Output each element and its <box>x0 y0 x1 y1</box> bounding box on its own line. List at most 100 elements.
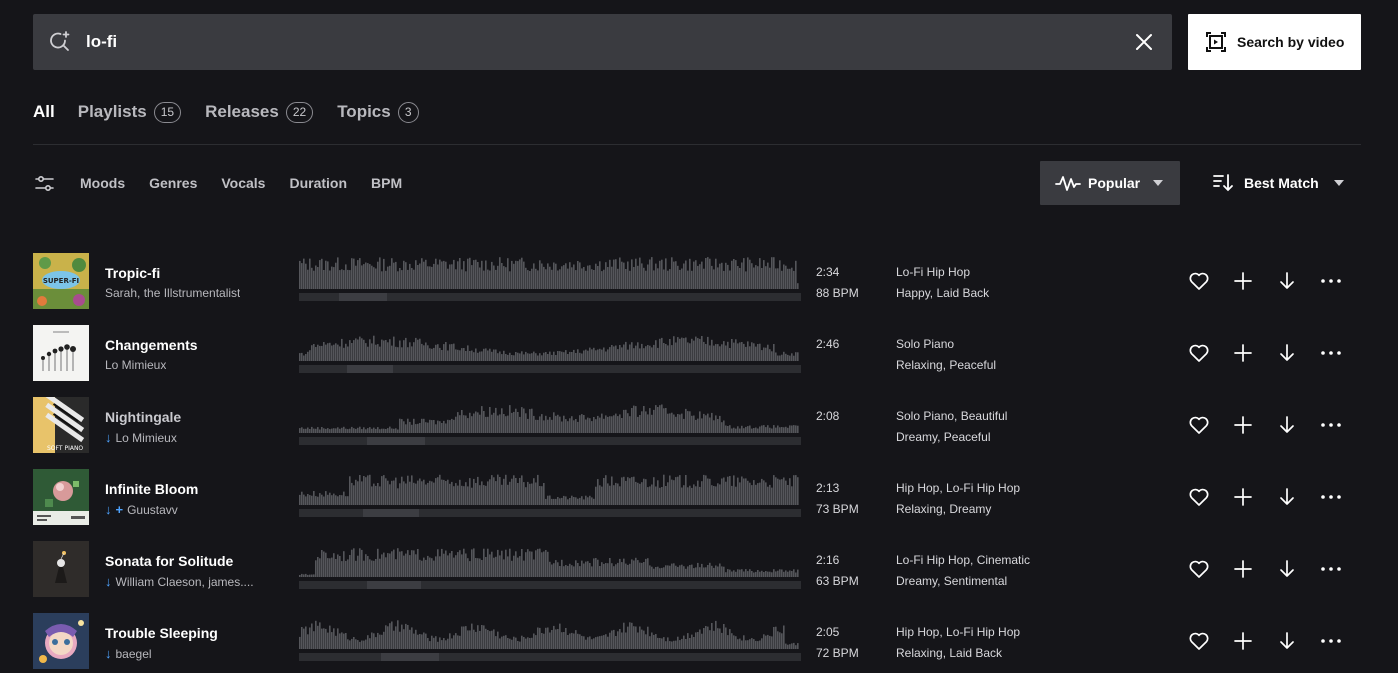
track-genres[interactable]: Lo-Fi Hip Hop <box>896 265 970 279</box>
track-row[interactable]: Trouble Sleeping ↓ baegel 2:05 72 BPM Hip… <box>33 613 1363 669</box>
track-artist[interactable]: Sarah, the Illstrumentalist <box>105 286 240 300</box>
track-row[interactable]: Changements Lo Mimieux 2:46 Solo Piano R… <box>33 325 1363 381</box>
waveform-container[interactable] <box>299 617 801 661</box>
track-title[interactable]: Changements <box>105 337 198 353</box>
track-title[interactable]: Nightingale <box>105 409 181 425</box>
arrow-down-icon: ↓ <box>105 574 112 589</box>
track-row[interactable]: Sonata for Solitude ↓ William Claeson, ja… <box>33 541 1363 597</box>
track-row[interactable]: Infinite Bloom ↓ + Guustavv 2:13 73 BPM Hi… <box>33 469 1363 525</box>
tab-topics[interactable]: Topics 3 <box>337 101 419 123</box>
album-cover[interactable] <box>33 541 89 597</box>
plus-icon[interactable] <box>1232 414 1254 436</box>
track-artist[interactable]: Lo Mimieux <box>116 431 177 445</box>
search-input[interactable] <box>86 30 1086 54</box>
waveform-container[interactable] <box>299 473 801 517</box>
plus-icon[interactable] <box>1232 558 1254 580</box>
waveform[interactable] <box>299 617 801 661</box>
tab-releases-count: 22 <box>285 101 314 123</box>
track-genres[interactable]: Solo Piano, Beautiful <box>896 409 1007 423</box>
track-artist[interactable]: Lo Mimieux <box>105 358 166 372</box>
result-tabs: All Playlists 15 Releases 22 Topics 3 <box>33 100 443 124</box>
track-title[interactable]: Trouble Sleeping <box>105 625 218 641</box>
more-icon[interactable] <box>1320 414 1342 436</box>
track-duration: 2:16 <box>816 553 840 567</box>
track-genres[interactable]: Solo Piano <box>896 337 954 351</box>
waveform[interactable] <box>299 401 801 445</box>
plus-icon[interactable] <box>1232 486 1254 508</box>
tab-releases[interactable]: Releases 22 <box>205 101 314 123</box>
filter-bpm[interactable]: BPM <box>371 175 402 191</box>
album-cover[interactable] <box>33 469 89 525</box>
track-title[interactable]: Sonata for Solitude <box>105 553 233 569</box>
plus-icon[interactable] <box>1232 342 1254 364</box>
filter-vocals[interactable]: Vocals <box>221 175 265 191</box>
track-moods[interactable]: Happy, Laid Back <box>896 286 989 300</box>
track-genres[interactable]: Hip Hop, Lo-Fi Hip Hop <box>896 625 1020 639</box>
waveform-container[interactable] <box>299 545 801 589</box>
tab-playlists-label: Playlists <box>77 102 147 121</box>
track-row[interactable]: SOFT PIANO Nightingale ↓ Lo Mimieux 2:08 … <box>33 397 1363 453</box>
search-by-video-label: Search by video <box>1237 34 1345 50</box>
heart-icon[interactable] <box>1188 342 1210 364</box>
track-genres[interactable]: Lo-Fi Hip Hop, Cinematic <box>896 553 1030 567</box>
waveform[interactable] <box>299 329 801 373</box>
waveform[interactable] <box>299 545 801 589</box>
search-by-video-button[interactable]: Search by video <box>1188 14 1361 70</box>
download-icon[interactable] <box>1276 486 1298 508</box>
heart-icon[interactable] <box>1188 486 1210 508</box>
sort-dropdown[interactable]: Best Match <box>1212 172 1344 194</box>
waveform[interactable] <box>299 473 801 517</box>
sliders-icon[interactable] <box>35 174 54 193</box>
download-icon[interactable] <box>1276 558 1298 580</box>
download-icon[interactable] <box>1276 270 1298 292</box>
track-artist[interactable]: Guustavv <box>127 503 178 517</box>
track-actions <box>1188 270 1348 292</box>
plus-icon[interactable] <box>1232 270 1254 292</box>
heart-icon[interactable] <box>1188 414 1210 436</box>
more-icon[interactable] <box>1320 342 1342 364</box>
more-icon[interactable] <box>1320 558 1342 580</box>
plus-icon[interactable] <box>1232 630 1254 652</box>
album-cover[interactable]: SOFT PIANO <box>33 397 89 453</box>
track-moods[interactable]: Relaxing, Peaceful <box>896 358 996 372</box>
waveform-container[interactable] <box>299 329 801 373</box>
tab-playlists[interactable]: Playlists 15 <box>77 101 182 123</box>
waveform-container[interactable] <box>299 401 801 445</box>
track-moods[interactable]: Relaxing, Dreamy <box>896 502 991 516</box>
track-genres[interactable]: Hip Hop, Lo-Fi Hip Hop <box>896 481 1020 495</box>
more-icon[interactable] <box>1320 486 1342 508</box>
arrow-down-icon: ↓ <box>105 502 112 517</box>
waveform[interactable] <box>299 257 801 301</box>
album-cover[interactable] <box>33 613 89 669</box>
track-moods[interactable]: Relaxing, Laid Back <box>896 646 1002 660</box>
track-moods[interactable]: Dreamy, Sentimental <box>896 574 1007 588</box>
album-cover[interactable] <box>33 325 89 381</box>
tab-playlists-count: 15 <box>153 101 182 123</box>
popular-dropdown[interactable]: Popular <box>1040 161 1180 205</box>
track-row[interactable]: SUPER-FI Tropic-fi Sarah, the Illstrumen… <box>33 253 1363 309</box>
filter-duration[interactable]: Duration <box>289 175 347 191</box>
search-bar <box>33 14 1172 70</box>
filter-moods[interactable]: Moods <box>80 175 125 191</box>
more-icon[interactable] <box>1320 270 1342 292</box>
filter-genres[interactable]: Genres <box>149 175 197 191</box>
download-icon[interactable] <box>1276 630 1298 652</box>
download-icon[interactable] <box>1276 342 1298 364</box>
more-icon[interactable] <box>1320 630 1342 652</box>
tab-all[interactable]: All <box>33 102 55 122</box>
popular-label: Popular <box>1088 175 1141 191</box>
track-title[interactable]: Infinite Bloom <box>105 481 198 497</box>
heart-icon[interactable] <box>1188 558 1210 580</box>
heart-icon[interactable] <box>1188 270 1210 292</box>
download-icon[interactable] <box>1276 414 1298 436</box>
waveform-container[interactable] <box>299 257 801 301</box>
heart-icon[interactable] <box>1188 630 1210 652</box>
track-artist[interactable]: baegel <box>116 647 152 661</box>
close-icon[interactable] <box>1134 32 1154 52</box>
track-moods[interactable]: Dreamy, Peaceful <box>896 430 990 444</box>
track-title[interactable]: Tropic-fi <box>105 265 160 281</box>
album-cover[interactable]: SUPER-FI <box>33 253 89 309</box>
track-artist-line: Lo Mimieux <box>105 358 166 372</box>
track-artist[interactable]: William Claeson, james.... <box>116 575 254 589</box>
svg-text:SOFT PIANO: SOFT PIANO <box>47 445 83 452</box>
